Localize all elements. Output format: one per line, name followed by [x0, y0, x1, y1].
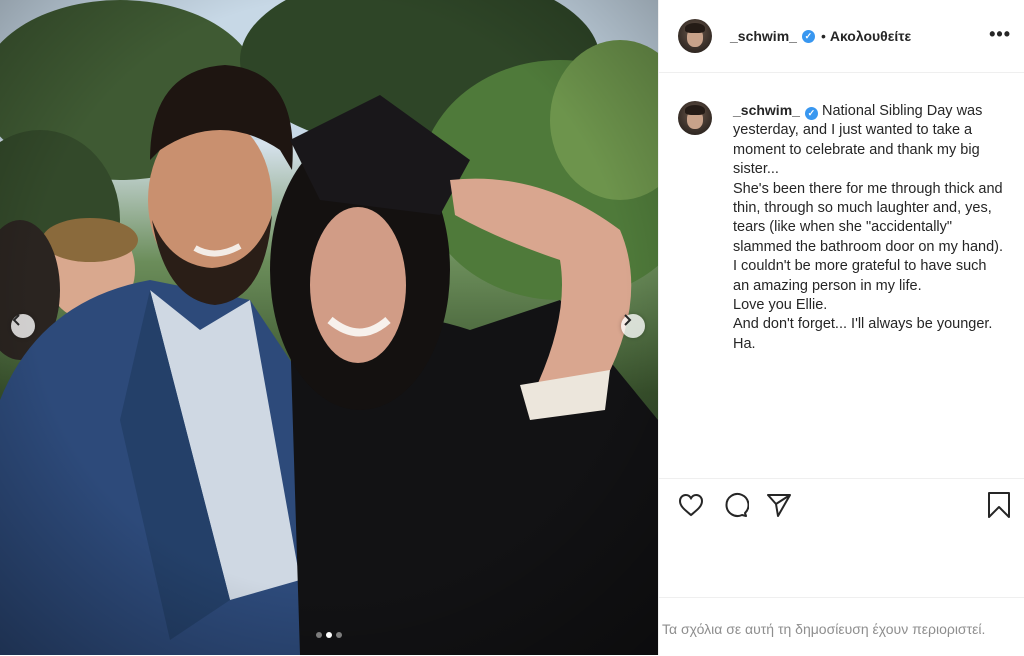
- carousel-dot-active: [326, 632, 332, 638]
- avatar[interactable]: [678, 101, 712, 135]
- chevron-right-icon: [624, 314, 632, 326]
- verified-badge-icon: ✓: [801, 29, 815, 43]
- action-bar: [659, 478, 1024, 597]
- previous-slide-button[interactable]: [11, 314, 35, 338]
- bookmark-icon: [988, 492, 1010, 518]
- comments-footer: Τα σχόλια σε αυτή τη δημοσίευση έχουν πε…: [659, 597, 1024, 656]
- heart-icon: [678, 493, 704, 517]
- share-button[interactable]: [765, 491, 793, 519]
- post-side-panel: _schwim_ ✓ • Ακολουθείτε ••• _schwim_ ✓ N…: [658, 0, 1024, 655]
- chevron-left-icon: [12, 314, 20, 326]
- caption-section: _schwim_ ✓ National Sibling Day was yeste…: [659, 73, 1024, 477]
- paper-plane-icon: [767, 494, 791, 517]
- comments-disabled-note: Τα σχόλια σε αυτή τη δημοσίευση έχουν πε…: [662, 621, 986, 637]
- comment-button[interactable]: [721, 491, 750, 519]
- post-photo: [0, 0, 658, 655]
- username-link[interactable]: _schwim_: [730, 28, 797, 44]
- following-button[interactable]: Ακολουθείτε: [830, 28, 911, 44]
- next-slide-button[interactable]: [621, 314, 645, 338]
- like-button[interactable]: [677, 491, 705, 519]
- separator-dot: •: [820, 28, 826, 44]
- save-button[interactable]: [985, 491, 1013, 519]
- post-header: _schwim_ ✓ • Ακολουθείτε •••: [659, 0, 1024, 73]
- caption: _schwim_ ✓ National Sibling Day was yeste…: [733, 101, 1003, 354]
- comment-icon: [725, 493, 750, 517]
- verified-badge-icon: ✓: [804, 107, 818, 121]
- carousel-indicator: [0, 632, 658, 638]
- carousel-dot: [336, 632, 342, 638]
- carousel-dot: [316, 632, 322, 638]
- caption-username-link[interactable]: _schwim_: [733, 102, 800, 118]
- avatar[interactable]: [678, 19, 712, 53]
- more-options-button[interactable]: •••: [989, 25, 1011, 43]
- photo-illustration: [0, 0, 658, 655]
- caption-text: National Sibling Day was yesterday, and …: [733, 103, 1003, 352]
